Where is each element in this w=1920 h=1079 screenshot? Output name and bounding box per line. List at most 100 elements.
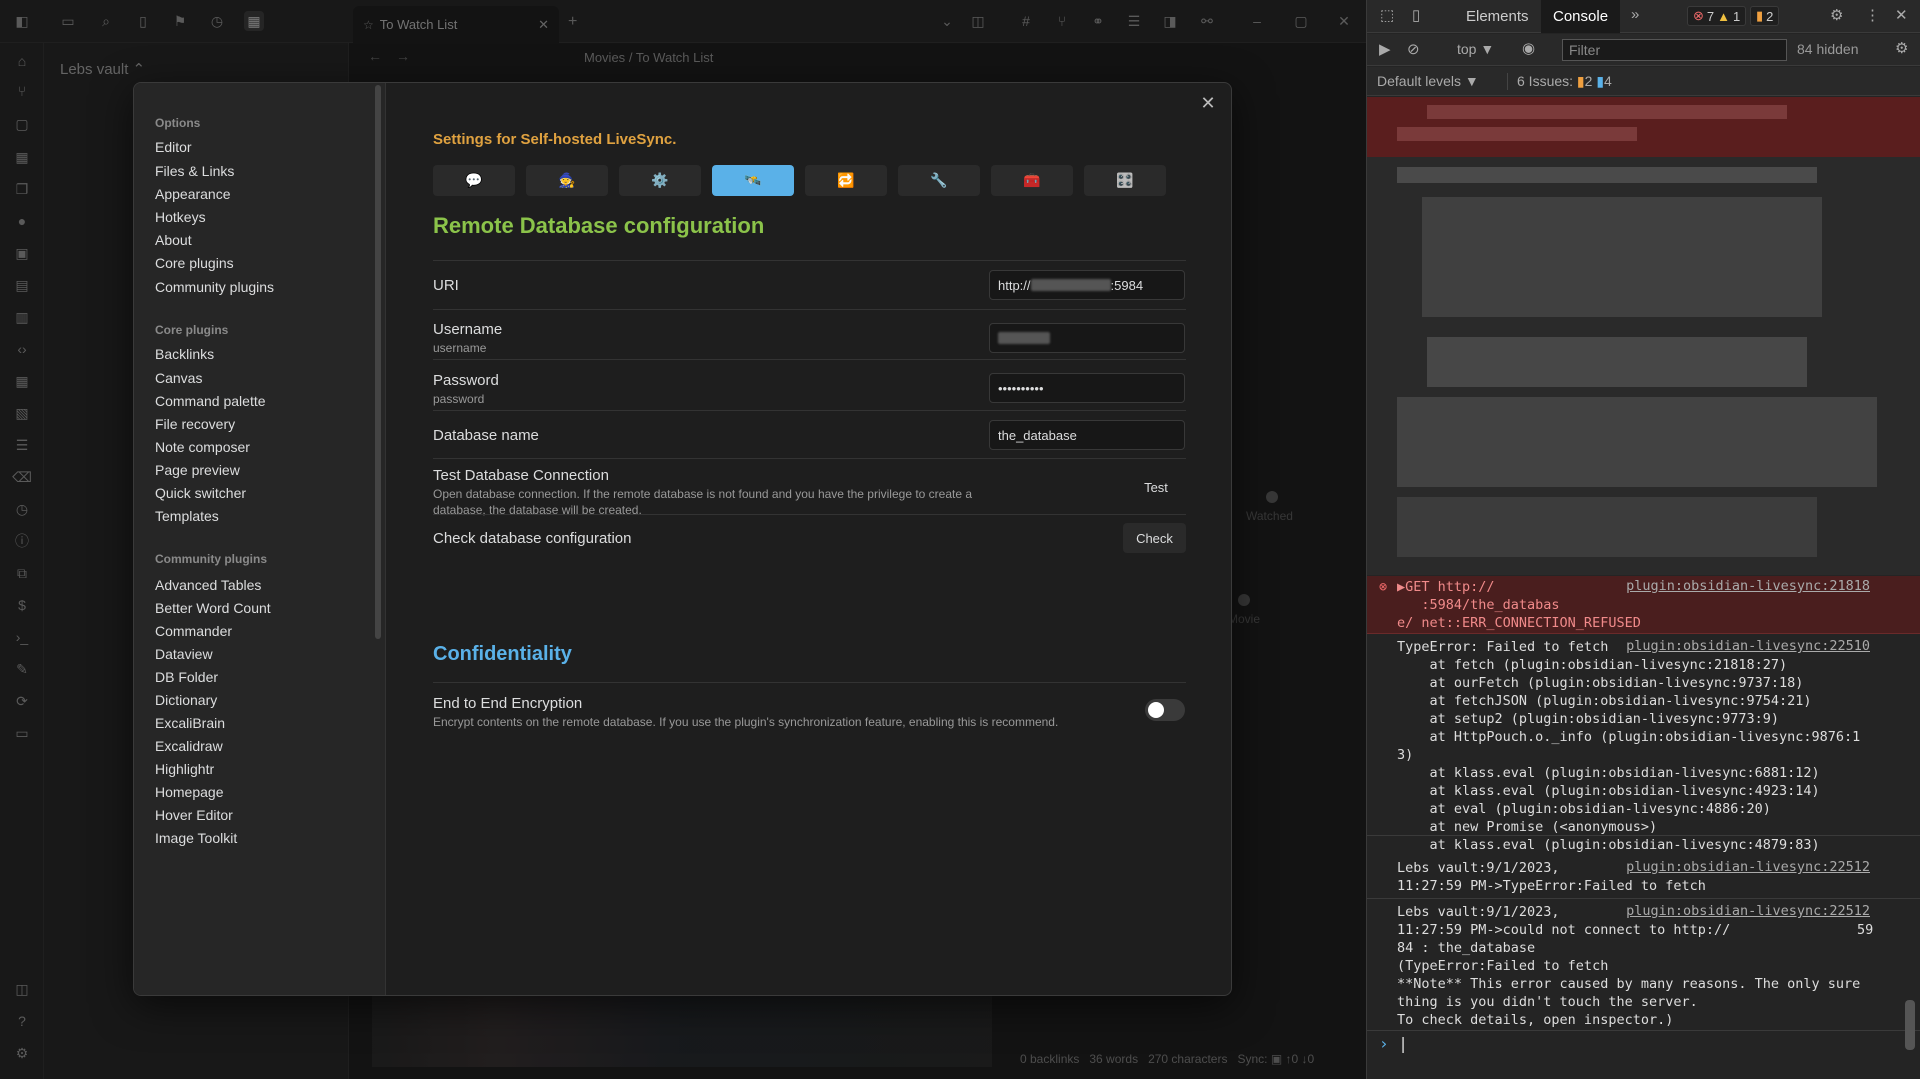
hidden-count: 84 hidden xyxy=(1797,41,1859,57)
nav-item-about[interactable]: About xyxy=(155,232,192,248)
nav-item-advanced-tables[interactable]: Advanced Tables xyxy=(155,577,261,593)
console-settings-icon[interactable]: ⚙ xyxy=(1895,39,1908,57)
devtools-settings-icon[interactable]: ⚙ xyxy=(1830,6,1843,24)
log-source-link[interactable]: plugin:obsidian-livesync:22512 xyxy=(1626,903,1870,919)
error-source-link[interactable]: plugin:obsidian-livesync:21818 xyxy=(1626,578,1870,594)
filter-input[interactable]: Filter xyxy=(1562,39,1787,61)
stack-line: at new Promise (<anonymous>) xyxy=(1397,819,1658,835)
error-warning-badge[interactable]: ⊗ 7 ▲ 1 xyxy=(1687,6,1747,26)
error-line-1[interactable]: ▶GET http:// xyxy=(1397,578,1495,596)
warning-count: 1 xyxy=(1733,8,1741,24)
issues-info-count: 4 xyxy=(1604,73,1612,89)
dbname-input[interactable]: the_database xyxy=(989,420,1185,450)
check-button[interactable]: Check xyxy=(1123,523,1186,553)
nav-item-templates[interactable]: Templates xyxy=(155,508,219,524)
nav-item-excalibrain[interactable]: ExcaliBrain xyxy=(155,715,225,731)
error-count: 7 xyxy=(1706,8,1715,24)
log-entry: plugin:obsidian-livesync:22512 Lebs vaul… xyxy=(1367,857,1920,899)
nav-item-editor[interactable]: Editor xyxy=(155,139,192,155)
setting-test-connection: Test Database Connection Open database c… xyxy=(433,458,1186,517)
issues-badge[interactable]: ▮ 2 xyxy=(1750,6,1780,26)
nav-item-note-composer[interactable]: Note composer xyxy=(155,439,250,455)
nav-item-community-plugins[interactable]: Community plugins xyxy=(155,279,274,295)
inspect-icon[interactable]: ⬚ xyxy=(1380,6,1394,24)
tab-sync-icon[interactable]: 🔁 xyxy=(805,165,887,196)
plugin-subtitle: Settings for Self-hosted LiveSync. xyxy=(433,131,677,148)
console-scrollbar[interactable] xyxy=(1905,1000,1915,1050)
tab-toolbox-icon[interactable]: 🧰 xyxy=(991,165,1073,196)
more-tabs-icon[interactable]: » xyxy=(1631,6,1639,23)
nav-heading-community: Community plugins xyxy=(155,552,267,566)
uri-input[interactable]: http:// :5984 xyxy=(989,270,1185,300)
nav-item-backlinks[interactable]: Backlinks xyxy=(155,346,214,362)
nav-item-image-toolkit[interactable]: Image Toolkit xyxy=(155,830,237,846)
heading-remote-db: Remote Database configuration xyxy=(433,213,765,238)
tab-messages-icon[interactable]: 💬 xyxy=(433,165,515,196)
console-prompt[interactable]: › | xyxy=(1367,1030,1920,1056)
devtools-close-icon[interactable]: ✕ xyxy=(1895,6,1908,24)
nav-item-hotkeys[interactable]: Hotkeys xyxy=(155,209,206,225)
test-button[interactable]: Test xyxy=(1126,472,1186,502)
tab-general-icon[interactable]: ⚙️ xyxy=(619,165,701,196)
redacted-username xyxy=(998,332,1050,344)
log-entry: plugin:obsidian-livesync:22512 Lebs vaul… xyxy=(1367,901,1920,1031)
nav-item-quick-switcher[interactable]: Quick switcher xyxy=(155,485,246,501)
sidebar-icon[interactable]: ▶ xyxy=(1379,40,1391,58)
typeerror-source-link[interactable]: plugin:obsidian-livesync:22510 xyxy=(1626,638,1870,654)
kebab-icon[interactable]: ⋮ xyxy=(1865,6,1880,24)
nav-item-command-palette[interactable]: Command palette xyxy=(155,393,266,409)
nav-item-hover-editor[interactable]: Hover Editor xyxy=(155,807,233,823)
tab-console[interactable]: Console xyxy=(1541,0,1621,33)
nav-item-files-links[interactable]: Files & Links xyxy=(155,163,234,179)
context-select[interactable]: top ▼ xyxy=(1457,41,1494,57)
setting-uri: URI http:// :5984 xyxy=(433,260,1186,309)
heading-confidentiality: Confidentiality xyxy=(433,643,572,665)
e2e-toggle[interactable] xyxy=(1145,699,1185,721)
nav-item-highlightr[interactable]: Highlightr xyxy=(155,761,214,777)
log-line: Lebs vault:9/1/2023, xyxy=(1397,904,1560,920)
password-input[interactable]: •••••••••• xyxy=(989,373,1185,403)
username-input[interactable] xyxy=(989,323,1185,353)
nav-item-core-plugins[interactable]: Core plugins xyxy=(155,255,234,271)
setting-check-config: Check database configuration Check xyxy=(433,514,1186,561)
log-source-link[interactable]: plugin:obsidian-livesync:22512 xyxy=(1626,859,1870,875)
nav-item-page-preview[interactable]: Page preview xyxy=(155,462,240,478)
nav-item-homepage[interactable]: Homepage xyxy=(155,784,224,800)
error-icon: ⊗ xyxy=(1379,579,1388,595)
eye-icon[interactable]: ◉ xyxy=(1522,39,1535,57)
tab-tweak-icon[interactable]: 🔧 xyxy=(898,165,980,196)
device-icon[interactable]: ▯ xyxy=(1412,6,1420,24)
levels-select[interactable]: Default levels ▼ xyxy=(1377,73,1479,89)
tab-elements[interactable]: Elements xyxy=(1466,8,1529,25)
log-line: 84 : the_database xyxy=(1397,940,1536,956)
stack-line: at fetchJSON (plugin:obsidian-livesync:9… xyxy=(1397,693,1812,709)
tab-wizard-icon[interactable]: 🧙 xyxy=(526,165,608,196)
clear-icon[interactable]: ⊘ xyxy=(1407,40,1420,58)
nav-item-dataview[interactable]: Dataview xyxy=(155,646,213,662)
nav-item-db-folder[interactable]: DB Folder xyxy=(155,669,218,685)
redacted-host xyxy=(1030,279,1111,291)
error-entry: ⊗ ▶GET http:// plugin:obsidian-livesync:… xyxy=(1367,576,1920,634)
pixel-block xyxy=(1422,197,1822,317)
nav-item-dictionary[interactable]: Dictionary xyxy=(155,692,217,708)
plugin-icon-tabs: 💬 🧙 ⚙️ 🛰️ 🔁 🔧 🧰 🎛️ xyxy=(433,165,1166,196)
nav-item-better-word-count[interactable]: Better Word Count xyxy=(155,600,271,616)
levels-bar: Default levels ▼ 6 Issues: ▮2 ▮4 xyxy=(1367,67,1920,96)
nav-item-appearance[interactable]: Appearance xyxy=(155,186,231,202)
nav-heading-core: Core plugins xyxy=(155,323,229,337)
tab-advanced-icon[interactable]: 🎛️ xyxy=(1084,165,1166,196)
nav-item-commander[interactable]: Commander xyxy=(155,623,232,639)
username-label: Username xyxy=(433,321,503,338)
nav-item-excalidraw[interactable]: Excalidraw xyxy=(155,738,223,754)
nav-item-file-recovery[interactable]: File recovery xyxy=(155,416,235,432)
stack-line: at ourFetch (plugin:obsidian-livesync:97… xyxy=(1397,675,1804,691)
get-request[interactable]: ▶GET http:// xyxy=(1397,579,1495,595)
log-line: **Note** This error caused by many reaso… xyxy=(1397,976,1861,992)
tab-remote-icon[interactable]: 🛰️ xyxy=(712,165,794,196)
close-icon[interactable]: ✕ xyxy=(1195,90,1221,116)
setting-password: Password password •••••••••• xyxy=(433,359,1186,410)
check-label: Check database configuration xyxy=(433,530,632,547)
nav-item-canvas[interactable]: Canvas xyxy=(155,370,202,386)
nav-scrollbar[interactable] xyxy=(375,85,381,639)
issues-link[interactable]: 6 Issues: ▮2 ▮4 xyxy=(1507,73,1612,90)
